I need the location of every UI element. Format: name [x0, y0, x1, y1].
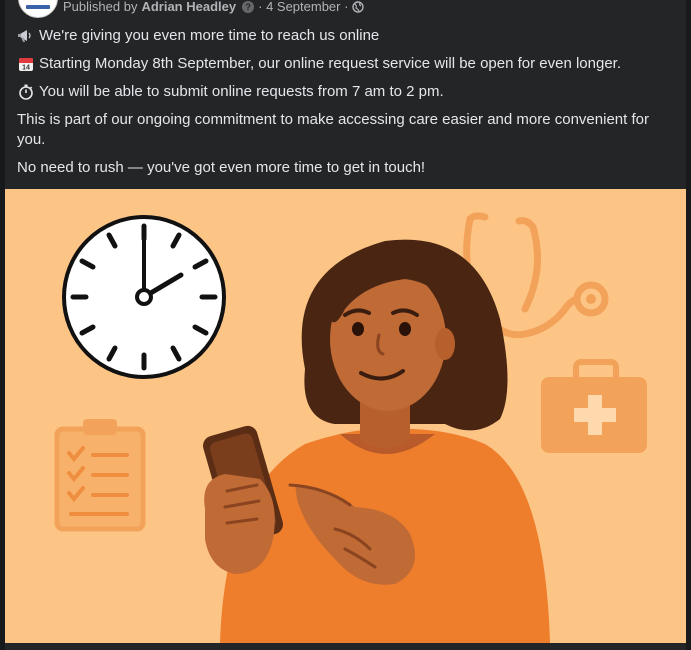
- facebook-post: Published by Adrian Headley ? · 4 Septem…: [5, 0, 686, 650]
- author-name[interactable]: Adrian Headley: [141, 0, 236, 14]
- meta-separator: ·: [340, 0, 349, 14]
- megaphone-icon: [18, 30, 31, 42]
- illustration: [5, 189, 686, 643]
- post-paragraph: No need to rush — you've got even more t…: [17, 159, 426, 176]
- post-meta: Published by Adrian Headley ? · 4 Septem…: [63, 0, 365, 14]
- stopwatch-icon: [19, 84, 33, 100]
- post-image[interactable]: [5, 189, 686, 643]
- post-line: We're giving you even more time to reach…: [17, 26, 667, 46]
- clipboard-checklist-icon: [54, 419, 146, 532]
- published-by-label: Published by: [63, 0, 138, 14]
- question-icon[interactable]: ?: [242, 0, 255, 13]
- meta-separator: ·: [258, 0, 267, 14]
- post-line: You will be able to submit online reques…: [17, 82, 667, 102]
- line-text: You will be able to submit online reques…: [39, 83, 444, 100]
- post-footer-divider: [5, 643, 686, 650]
- line-text: We're giving you even more time to reach…: [39, 27, 380, 44]
- post-date[interactable]: 4 September: [266, 0, 340, 14]
- post-line: 14 Starting Monday 8th September, our on…: [17, 54, 667, 74]
- post-text: We're giving you even more time to reach…: [17, 26, 667, 186]
- line-text: Starting Monday 8th September, our onlin…: [39, 55, 622, 72]
- post-paragraph: This is part of our ongoing commitment t…: [17, 111, 649, 148]
- clock-icon: [62, 215, 226, 379]
- globe-icon: [352, 0, 365, 13]
- calendar-day: 14: [22, 65, 30, 72]
- page-avatar[interactable]: [18, 0, 58, 18]
- calendar-icon: 14: [19, 58, 33, 72]
- practice-logo: [26, 5, 50, 9]
